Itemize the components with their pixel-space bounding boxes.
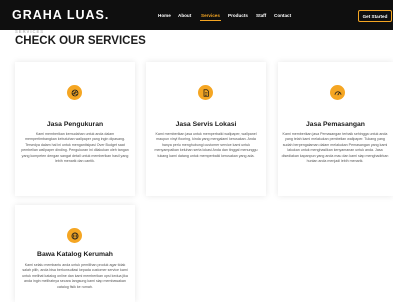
nav-link-products[interactable]: Products	[228, 13, 248, 18]
navbar: GRAHA LUAS. Home About Services Products…	[0, 0, 393, 30]
brand-logo[interactable]: GRAHA LUAS.	[12, 8, 109, 22]
service-description: Kami memberikan jasa untuk memperbaiki w…	[154, 132, 258, 158]
service-title: Jasa Pemasangan	[306, 121, 365, 128]
active-nav-indicator	[200, 20, 221, 21]
service-card-servis-lokasi[interactable]: Jasa Servis Lokasi Kami memberikan jasa …	[146, 62, 266, 196]
dribbble-icon	[67, 85, 82, 100]
nav-link-home[interactable]: Home	[158, 13, 171, 18]
service-card-pengukuran[interactable]: Jasa Pengukuran Kami memberikan kemudaha…	[15, 62, 135, 196]
service-title: Bawa Katalog Kerumah	[37, 251, 113, 258]
get-started-button[interactable]: Get Started	[358, 10, 392, 22]
document-icon	[198, 85, 213, 100]
nav-link-about[interactable]: About	[178, 13, 191, 18]
service-title: Jasa Pengukuran	[46, 121, 104, 128]
service-card-pemasangan[interactable]: Jasa Pemasangan Kami memberikan jasa Pem…	[278, 62, 393, 196]
service-description: Kami memberikan jasa Pemasangan terbaik …	[281, 132, 389, 164]
nav-link-contact[interactable]: Contact	[274, 13, 291, 18]
speedometer-icon	[330, 85, 345, 100]
service-title: Jasa Servis Lokasi	[175, 121, 237, 128]
globe-icon	[67, 228, 82, 243]
service-description: Kami selalu membantu anda untuk pemiliha…	[22, 263, 128, 289]
service-card-katalog[interactable]: Bawa Katalog Kerumah Kami selalu membant…	[15, 205, 135, 302]
section-title: CHECK OUR SERVICES	[15, 35, 146, 47]
nav-link-staff[interactable]: Staff	[256, 13, 266, 18]
service-description: Kami memberikan kemudahan untuk anda dal…	[21, 132, 129, 164]
section-eyebrow: SERVICES	[15, 29, 45, 34]
nav-link-services[interactable]: Services	[201, 13, 220, 18]
